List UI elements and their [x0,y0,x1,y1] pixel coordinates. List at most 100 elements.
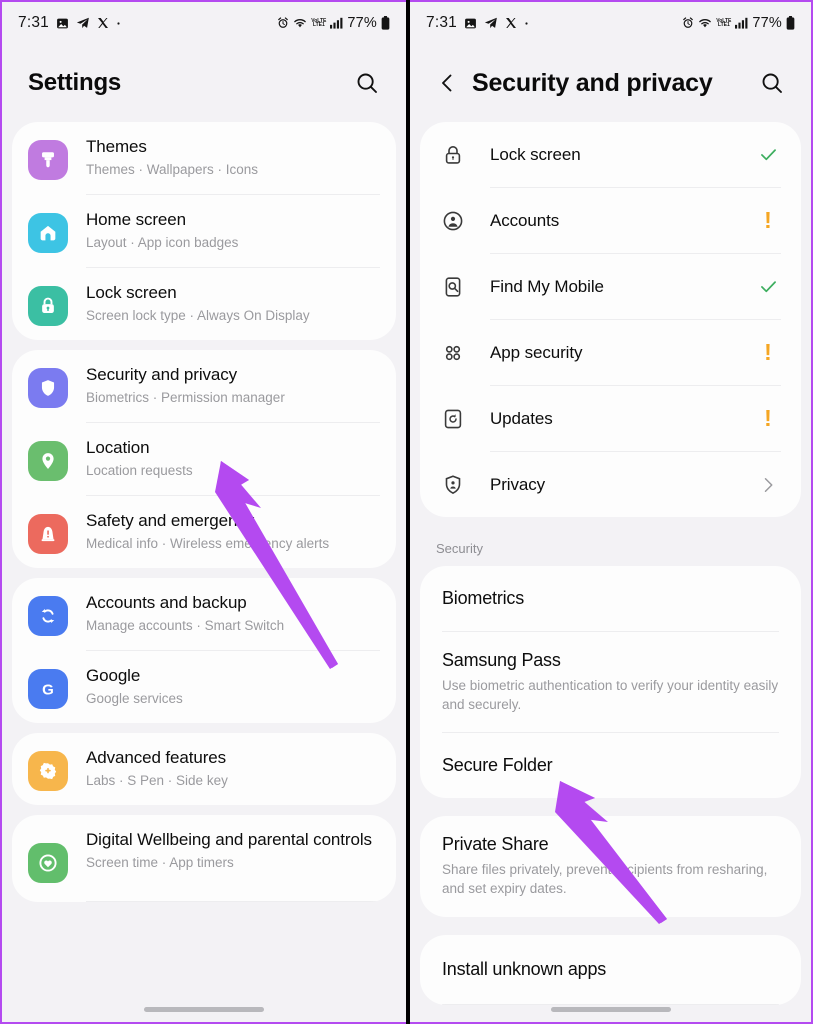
section-label-security: Security [436,541,483,556]
left-phone-screen: 7:31 VoLTE LTE1 77% Settings Themes Them… [0,0,406,1024]
list-item-title: Digital Wellbeing and parental controls [86,830,372,849]
settings-group-personalization: Themes Themes · Wallpapers · Icons Home … [12,122,396,340]
status-bar-right-cluster: VoLTE LTE1 77% [682,15,795,31]
list-item-text: Themes Themes · Wallpapers · Icons [86,136,378,178]
list-item[interactable]: Secure Folder [420,733,801,798]
alarm-icon [277,17,289,29]
list-item-title: Updates [490,408,553,428]
list-item-subtitle: Medical info · Wireless emergency alerts [86,535,330,551]
list-item-subtitle: Manage accounts · Smart Switch [86,617,285,633]
themes-icon [28,140,68,180]
photo-icon [56,17,69,30]
home-handle[interactable] [550,1006,671,1012]
settings-group-wellbeing: Digital Wellbeing and parental controls … [12,815,396,902]
list-item-title: Security and privacy [86,365,238,384]
list-item[interactable]: Lock screen [420,122,801,187]
chevron-left-icon[interactable] [430,66,464,100]
list-item-title: Location [86,438,150,457]
list-item[interactable]: Advanced features Labs · S Pen · Side ke… [12,733,396,805]
list-item-title: Biometrics [442,588,525,608]
status-time: 7:31 [426,14,457,31]
lock-outline-icon [438,143,468,167]
list-item[interactable]: Privacy [420,452,801,517]
right-phone-screen: 7:31 VoLTE LTE1 77% Security and privacy… [410,0,813,1024]
chevron-right-icon [755,475,781,495]
list-item-text: Digital Wellbeing and parental controls … [86,829,378,871]
search-icon[interactable] [348,64,386,102]
list-item-title: App security [490,342,583,362]
list-item-subtitle: Screen lock type · Always On Display [86,307,310,323]
list-item-title: Lock screen [86,283,177,302]
list-item-title: Find My Mobile [490,276,604,296]
list-item[interactable]: App security ! [420,320,801,385]
status-badge-warning: ! [755,407,781,430]
security-app-bar: Security and privacy [410,44,811,122]
status-badge-check [755,144,781,165]
list-item-title: Privacy [490,474,546,494]
list-item-title: Lock screen [490,144,581,164]
exclamation-icon: ! [764,207,772,233]
home-handle[interactable] [144,1006,264,1012]
update-icon [438,407,468,431]
list-item-text: Security and privacy Biometrics · Permis… [86,364,378,406]
list-item-title: Advanced features [86,748,227,767]
list-item[interactable]: Security and privacy Biometrics · Permis… [12,350,396,422]
list-item-description: Share files privately, prevent recipient… [442,862,768,897]
dot-icon [524,21,529,26]
four-dots-icon [438,341,468,365]
list-item[interactable]: Safety and emergency Medical info · Wire… [12,496,396,568]
list-item[interactable]: Home screen Layout · App icon badges [12,195,396,267]
status-time: 7:31 [18,14,49,31]
lock-icon [28,286,68,326]
list-item[interactable]: Find My Mobile [420,254,801,319]
volte-label-bottom: LTE1 [312,22,325,28]
list-item-text: Lock screen Screen lock type · Always On… [86,282,378,324]
battery-icon [786,16,795,30]
list-item[interactable]: Install unknown apps [420,935,801,1004]
list-item-text: Safety and emergency Medical info · Wire… [86,510,378,552]
list-item[interactable]: Lock screen Screen lock type · Always On… [12,268,396,340]
dot-icon [116,21,121,26]
wifi-icon [293,17,307,29]
list-item-subtitle: Google services [86,690,183,706]
battery-percent: 77% [752,15,782,31]
exclamation-icon: ! [764,339,772,365]
search-icon[interactable] [753,64,791,102]
telegram-icon [76,16,90,30]
list-item[interactable]: Digital Wellbeing and parental controls … [12,815,396,901]
alarm-icon [682,17,694,29]
home-icon [28,213,68,253]
list-item[interactable]: Biometrics [420,566,801,631]
list-item-title: Home screen [86,210,186,229]
status-badge-warning: ! [755,209,781,232]
sync-icon [28,596,68,636]
list-item-subtitle: Biometrics · Permission manager [86,389,285,405]
page-title: Settings [28,69,122,96]
list-item[interactable]: G Google Google services [12,651,396,723]
list-item-title: Private Share [442,834,549,855]
emergency-icon [28,514,68,554]
list-item[interactable]: Location Location requests [12,423,396,495]
settings-scroll-area[interactable]: Themes Themes · Wallpapers · Icons Home … [2,122,406,1022]
list-item[interactable]: Accounts and backup Manage accounts · Sm… [12,578,396,650]
list-item[interactable]: Updates ! [420,386,801,451]
battery-percent: 77% [347,15,377,31]
privacy-shield-icon [438,473,468,497]
signal-icon [735,17,748,29]
list-item[interactable]: Samsung Pass Use biometric authenticatio… [420,632,801,732]
signal-icon [330,17,343,29]
navigation-bar-right [410,996,811,1022]
settings-group-accounts: Accounts and backup Manage accounts · Sm… [12,578,396,723]
photo-icon [464,17,477,30]
security-status-card: Lock screen Accounts ! Find My Mobile Ap… [420,122,801,517]
navigation-bar-left [2,996,406,1022]
list-item-title: Secure Folder [442,755,553,776]
list-item-text: Advanced features Labs · S Pen · Side ke… [86,747,378,789]
status-bar-left: 7:31 VoLTE LTE1 77% [2,2,406,44]
security-scroll-area[interactable]: Lock screen Accounts ! Find My Mobile Ap… [410,122,811,1022]
google-icon: G [28,669,68,709]
list-item[interactable]: Private Share Share files privately, pre… [420,816,801,916]
list-item-subtitle: Layout · App icon badges [86,234,239,250]
list-item[interactable]: Accounts ! [420,188,801,253]
list-item[interactable]: Themes Themes · Wallpapers · Icons [12,122,396,194]
